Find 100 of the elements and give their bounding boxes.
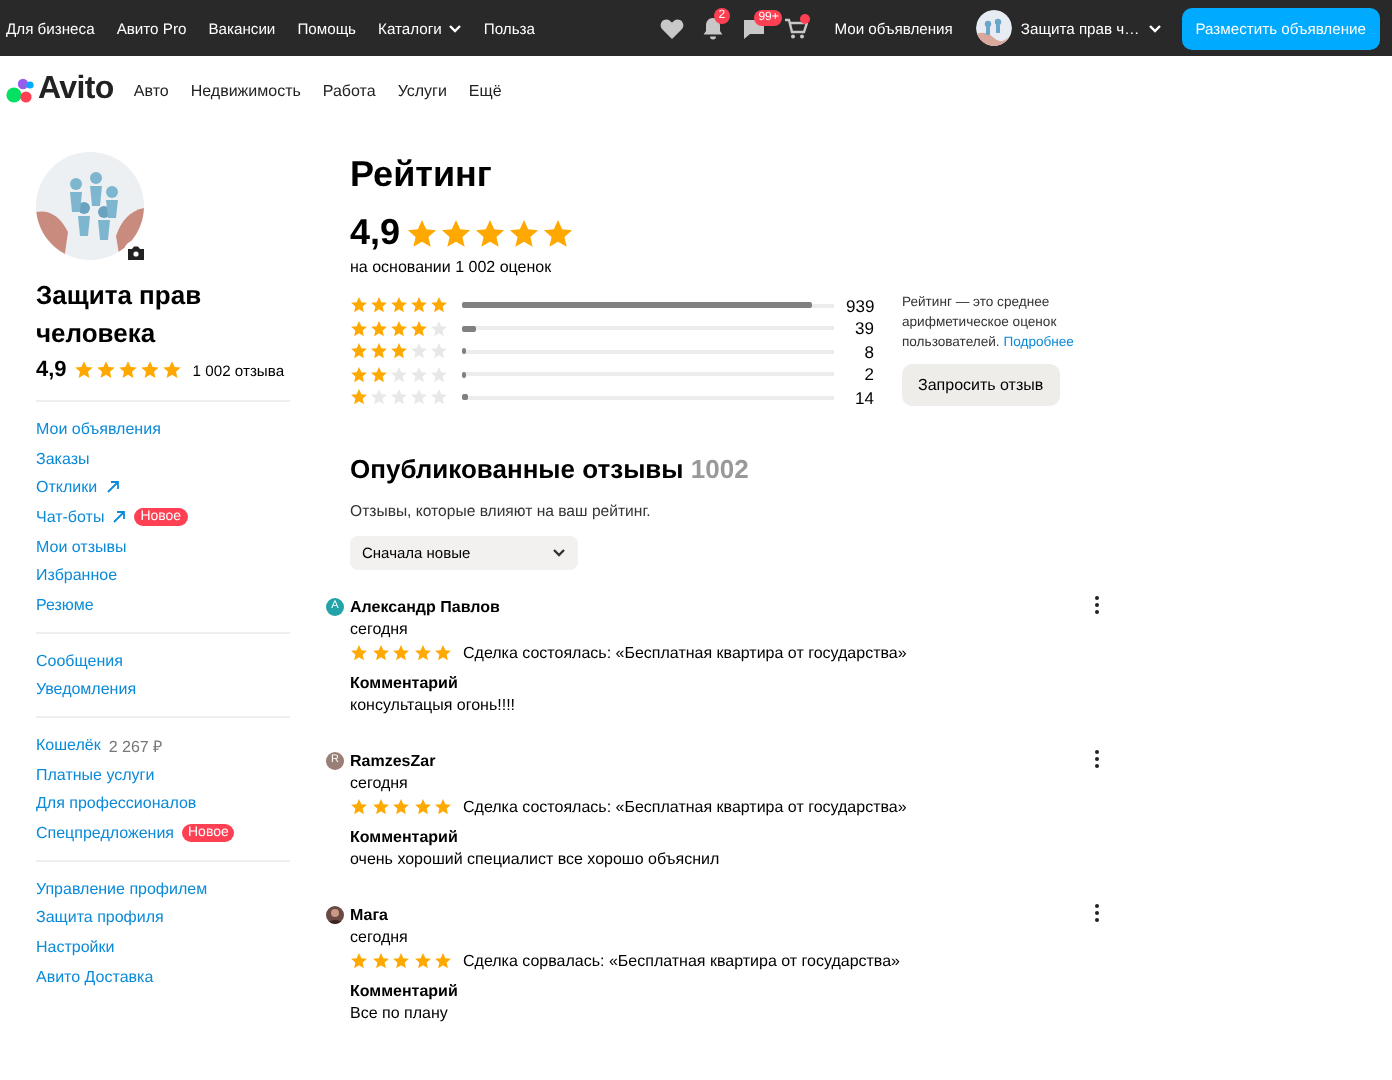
star-icon — [392, 797, 410, 815]
star-icon — [74, 360, 95, 380]
review-author[interactable]: RamzesZar — [350, 749, 436, 771]
star-icon — [413, 643, 431, 661]
profile-name: Защита прав человека — [36, 278, 204, 352]
star-icon — [350, 388, 368, 407]
star-icon — [371, 797, 389, 815]
star-icon — [371, 951, 389, 969]
sidebar-link[interactable]: Настройки — [36, 938, 115, 957]
more-icon[interactable] — [1094, 749, 1100, 767]
star-icon — [430, 296, 448, 315]
category-link[interactable]: Ещё — [468, 81, 502, 99]
star-icon — [406, 217, 439, 249]
more-icon[interactable] — [1094, 903, 1100, 921]
review-date: сегодня — [350, 617, 410, 639]
sidebar-link[interactable]: Защита профиля — [36, 908, 164, 927]
more-icon[interactable] — [1094, 595, 1100, 613]
rating-count: 939 — [846, 295, 874, 316]
star-icon — [350, 643, 368, 661]
category-link[interactable]: Недвижимость — [190, 81, 301, 99]
heart-icon[interactable] — [660, 17, 685, 39]
category-link[interactable]: Работа — [322, 81, 376, 99]
sidebar-link[interactable]: Кошелёк — [36, 736, 101, 755]
external-link-icon — [105, 480, 120, 495]
rating-title: Рейтинг — [350, 152, 494, 196]
star-icon — [350, 797, 368, 815]
star-icon — [430, 319, 448, 338]
review-author[interactable]: Александр Павлов — [350, 595, 500, 617]
star-icon — [370, 342, 388, 361]
sidebar-link[interactable]: Избранное — [36, 566, 118, 585]
star-icon — [370, 296, 388, 315]
review-deal: Сделка состоялась: «Бесплатная квартира от государства» — [463, 795, 907, 817]
sidebar-link[interactable]: Управление профилем — [36, 879, 208, 898]
review-deal: Сделка сорвалась: «Бесплатная квартира от государства» — [463, 949, 900, 971]
sidebar-link[interactable]: Чат-боты — [36, 507, 105, 526]
request-review-button[interactable]: Запросить отзыв — [902, 364, 1060, 406]
star-icon — [508, 217, 541, 249]
rating-count: 14 — [853, 387, 874, 408]
star-icon — [413, 951, 431, 969]
reviews-total: 1002 — [690, 453, 749, 483]
logo-icon[interactable] — [6, 77, 34, 103]
bell-icon[interactable] — [702, 16, 725, 40]
star-icon — [392, 643, 410, 661]
star-icon — [371, 643, 389, 661]
star-icon — [434, 797, 452, 815]
star-icon — [410, 319, 428, 338]
camera-icon[interactable] — [128, 245, 144, 259]
star-icon — [350, 365, 368, 384]
sidebar-link[interactable]: Для профессионалов — [36, 794, 197, 813]
sidebar-link[interactable]: Спецпредложения — [36, 824, 174, 843]
star-icon — [542, 217, 575, 249]
chevron-down-icon — [1147, 23, 1162, 33]
review-comment: консультацыя огонь!!!! — [350, 693, 518, 715]
reviews-title: Опубликованные отзывы — [350, 453, 684, 483]
star-icon — [350, 951, 368, 969]
sidebar-link[interactable]: Отклики — [36, 478, 98, 497]
rating-basis: на основании 1 002 оценок — [350, 258, 554, 276]
review-author[interactable]: Мага — [350, 903, 388, 925]
sidebar-link[interactable]: Резюме — [36, 595, 94, 614]
chevron-down-icon — [552, 547, 566, 557]
sidebar-link[interactable]: Мои объявления — [36, 419, 161, 438]
sidebar-link[interactable]: Платные услуги — [36, 765, 155, 784]
rating-score: 4,9 — [350, 212, 401, 254]
sidebar-link[interactable]: Авито Доставка — [36, 967, 154, 986]
chevron-down-icon — [447, 23, 462, 33]
star-icon — [392, 951, 410, 969]
review-date: сегодня — [350, 925, 410, 947]
star-icon — [162, 360, 183, 380]
star-icon — [434, 951, 452, 969]
star-icon — [350, 319, 368, 338]
rating-count: 8 — [862, 341, 874, 362]
sidebar-link[interactable]: Заказы — [36, 449, 90, 468]
star-icon — [140, 360, 161, 380]
comment-label: Комментарий — [350, 671, 460, 693]
external-link-icon — [112, 509, 127, 524]
logo-text[interactable]: Avito — [38, 72, 114, 108]
review-comment: очень хороший специалист все хорошо объяснил — [350, 847, 722, 869]
review-deal: Сделка состоялась: «Бесплатная квартира от государства» — [463, 641, 907, 663]
sidebar-link[interactable]: Сообщения — [36, 651, 123, 670]
rating-count: 39 — [853, 318, 874, 339]
star-icon — [118, 360, 139, 380]
star-icon — [410, 296, 428, 315]
rating-score: 4,9 — [36, 358, 67, 382]
cart-icon[interactable] — [784, 17, 809, 39]
comment-label: Комментарий — [350, 825, 460, 847]
star-icon — [96, 360, 117, 380]
wallet-balance: 2 267 ₽ — [108, 736, 164, 757]
star-icon — [370, 365, 388, 384]
category-link[interactable]: Услуги — [397, 81, 447, 99]
comment-label: Комментарий — [350, 979, 460, 1001]
sidebar-link[interactable]: Уведомления — [36, 680, 137, 699]
star-icon — [410, 342, 428, 361]
sidebar-link[interactable]: Мои отзывы — [36, 537, 127, 556]
star-icon — [350, 296, 368, 315]
star-icon — [350, 342, 368, 361]
review-comment: Все по плану — [350, 1001, 450, 1023]
star-icon — [370, 319, 388, 338]
category-link[interactable]: Авто — [133, 81, 169, 99]
star-icon — [474, 217, 507, 249]
star-icon — [390, 365, 408, 384]
